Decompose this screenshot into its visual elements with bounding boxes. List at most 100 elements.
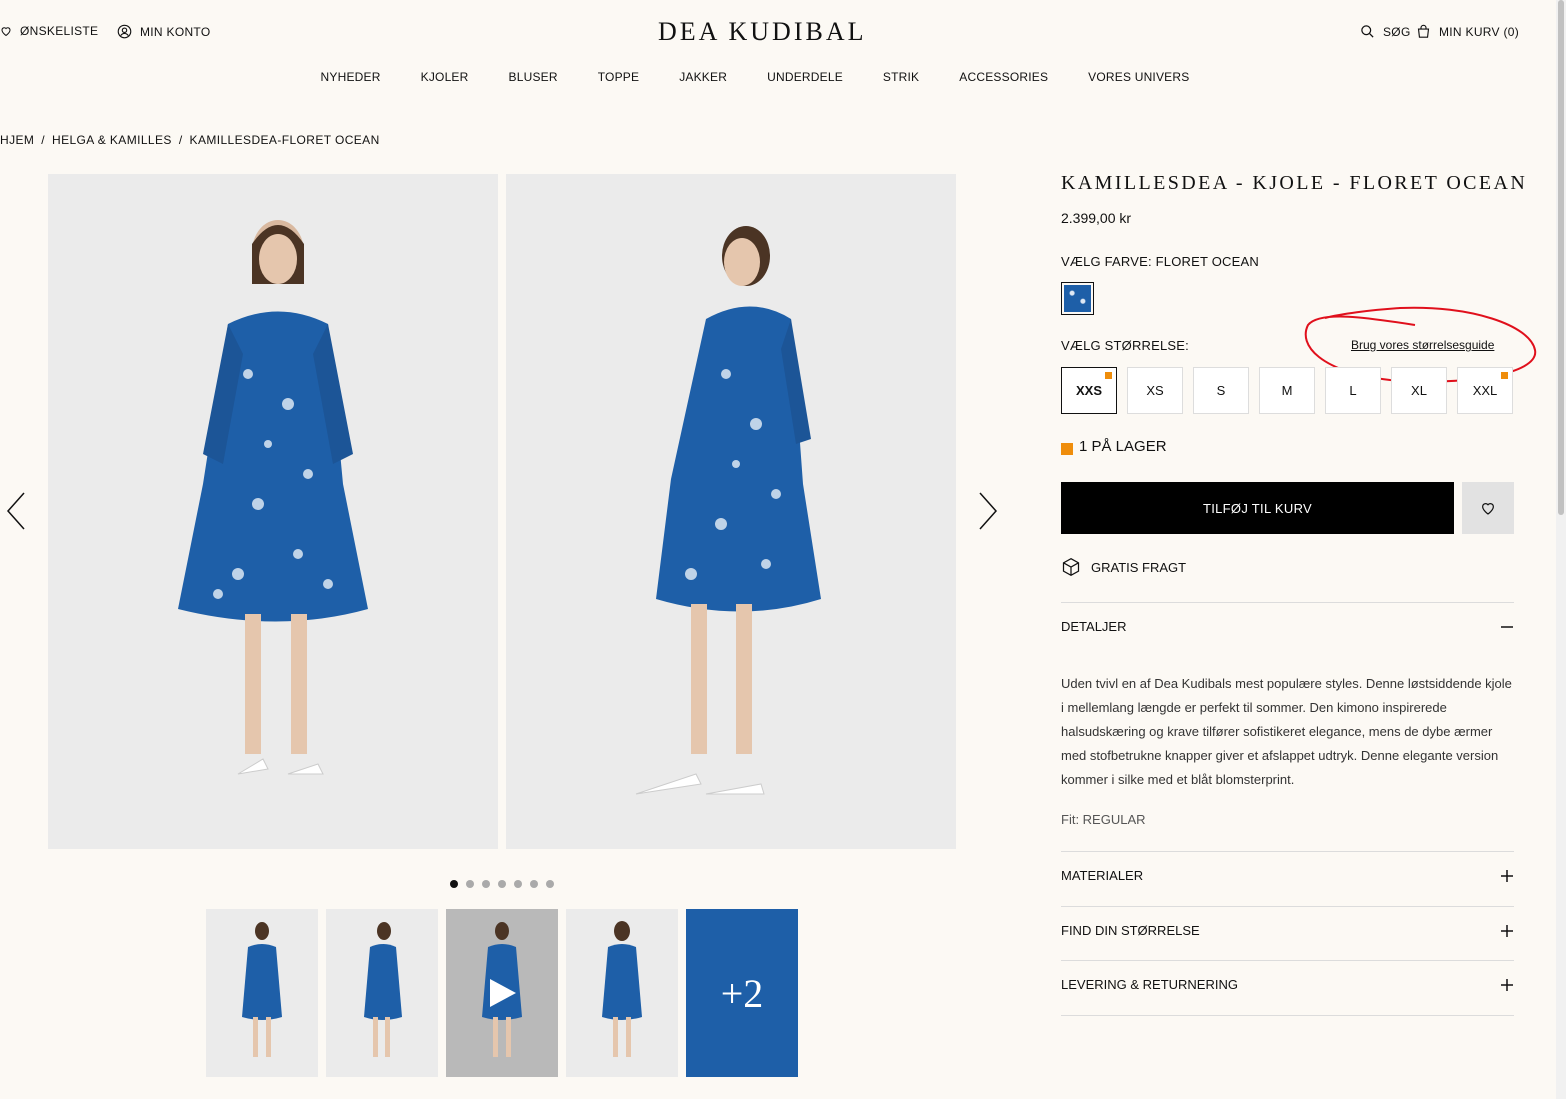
divider bbox=[1061, 960, 1514, 961]
stock-status: 1 PÅ LAGER bbox=[1079, 438, 1167, 455]
plus-icon bbox=[1501, 924, 1513, 937]
accordion-find-size[interactable]: FIND DIN STØRRELSE bbox=[1061, 923, 1514, 938]
cart-button[interactable]: MIN KURV (0) bbox=[1416, 24, 1519, 39]
size-option-xl[interactable]: XL bbox=[1391, 367, 1447, 414]
model-front-illustration bbox=[178, 220, 368, 775]
size-option-label: L bbox=[1349, 383, 1357, 398]
package-icon bbox=[1062, 557, 1080, 577]
breadcrumb-current: KAMILLESDEA-FLORET OCEAN bbox=[189, 133, 380, 147]
minus-icon bbox=[1501, 625, 1513, 628]
size-option-xxl[interactable]: XXL bbox=[1457, 367, 1513, 414]
brand-logo[interactable]: DEA KUDIBAL bbox=[658, 17, 867, 47]
size-label: VÆLG STØRRELSE: bbox=[1061, 338, 1189, 353]
plus-icon bbox=[1501, 869, 1513, 882]
scrollbar-thumb[interactable] bbox=[1558, 0, 1564, 515]
pagination-dot[interactable] bbox=[546, 880, 554, 888]
search-icon bbox=[1361, 25, 1374, 38]
color-swatch-floret-ocean[interactable] bbox=[1061, 282, 1094, 315]
accordion-details[interactable]: DETALJER bbox=[1061, 619, 1514, 634]
nav-item-vores-univers[interactable]: VORES UNIVERS bbox=[1088, 70, 1189, 84]
pagination-dot[interactable] bbox=[514, 880, 522, 888]
thumbnail-video[interactable] bbox=[446, 909, 558, 1077]
product-fit: Fit: REGULAR bbox=[1061, 812, 1146, 827]
breadcrumb-separator: / bbox=[41, 133, 46, 147]
nav-item-jakker[interactable]: JAKKER bbox=[679, 70, 727, 84]
divider bbox=[1061, 602, 1514, 603]
pagination-dot[interactable] bbox=[530, 880, 538, 888]
size-option-label: XS bbox=[1146, 383, 1164, 398]
pagination-dot[interactable] bbox=[466, 880, 474, 888]
plus-icon bbox=[1501, 978, 1513, 991]
main-nav: NYHEDER KJOLER BLUSER TOPPE JAKKER UNDER… bbox=[0, 70, 1510, 84]
thumbnail-4[interactable] bbox=[566, 909, 678, 1077]
accordion-details-label: DETALJER bbox=[1061, 619, 1127, 634]
thumbnail-front-illustration bbox=[242, 922, 282, 1057]
user-icon bbox=[117, 24, 132, 39]
cart-label: MIN KURV (0) bbox=[1439, 24, 1520, 39]
prev-arrow-icon[interactable] bbox=[4, 491, 28, 531]
size-option-xxs[interactable]: XXS bbox=[1061, 367, 1117, 414]
shipping-label: GRATIS FRAGT bbox=[1091, 559, 1187, 575]
stock-indicator-icon bbox=[1061, 443, 1073, 455]
wishlist-link[interactable]: ØNSKELISTE bbox=[0, 24, 98, 38]
size-option-l[interactable]: L bbox=[1325, 367, 1381, 414]
add-to-cart-button[interactable]: TILFØJ TIL KURV bbox=[1061, 482, 1454, 534]
thumbnail-1[interactable] bbox=[206, 909, 318, 1077]
pagination-dot[interactable] bbox=[482, 880, 490, 888]
account-label: MIN KONTO bbox=[140, 24, 211, 39]
add-to-wishlist-button[interactable] bbox=[1462, 482, 1514, 534]
model-side-illustration bbox=[635, 226, 821, 795]
search-label: SØG bbox=[1383, 24, 1411, 39]
low-stock-flag bbox=[1501, 372, 1508, 379]
nav-item-toppe[interactable]: TOPPE bbox=[598, 70, 639, 84]
size-option-label: XXL bbox=[1472, 383, 1498, 398]
size-option-m[interactable]: M bbox=[1259, 367, 1315, 414]
accordion-delivery-returns[interactable]: LEVERING & RETURNERING bbox=[1061, 977, 1514, 992]
size-option-label: XL bbox=[1411, 383, 1427, 398]
thumbnail-more[interactable]: +2 bbox=[686, 909, 798, 1077]
shipping-info: GRATIS FRAGT bbox=[1061, 557, 1186, 577]
nav-item-underdele[interactable]: UNDERDELE bbox=[767, 70, 843, 84]
nav-item-accessories[interactable]: ACCESSORIES bbox=[959, 70, 1048, 84]
product-image-front[interactable] bbox=[48, 174, 498, 849]
size-option-label: S bbox=[1216, 383, 1226, 398]
heart-icon bbox=[1, 27, 11, 37]
bag-icon bbox=[1417, 24, 1430, 38]
scrollbar-track[interactable] bbox=[1556, 0, 1566, 1099]
divider bbox=[1061, 851, 1514, 852]
size-option-label: M bbox=[1281, 383, 1293, 398]
thumbnail-side-illustration bbox=[364, 922, 402, 1057]
accordion-delivery-label: LEVERING & RETURNERING bbox=[1061, 977, 1238, 992]
search-button[interactable]: SØG bbox=[1360, 24, 1411, 39]
breadcrumb-separator: / bbox=[178, 133, 183, 147]
nav-item-strik[interactable]: STRIK bbox=[883, 70, 919, 84]
gallery-pagination bbox=[450, 880, 554, 888]
breadcrumb: HJEM / HELGA & KAMILLES / KAMILLESDEA-FL… bbox=[0, 133, 380, 147]
nav-item-kjoler[interactable]: KJOLER bbox=[421, 70, 469, 84]
product-price: 2.399,00 kr bbox=[1061, 210, 1132, 226]
breadcrumb-home[interactable]: HJEM bbox=[0, 133, 34, 147]
size-option-xs[interactable]: XS bbox=[1127, 367, 1183, 414]
breadcrumb-category[interactable]: HELGA & KAMILLES bbox=[52, 133, 172, 147]
accordion-find-size-label: FIND DIN STØRRELSE bbox=[1061, 923, 1200, 938]
more-images-count: +2 bbox=[720, 970, 764, 1016]
divider bbox=[1061, 1015, 1514, 1016]
size-option-label: XXS bbox=[1075, 383, 1102, 398]
size-selector: XXS XS S M L XL XXL bbox=[1061, 367, 1513, 414]
thumbnail-video-illustration bbox=[482, 922, 522, 1057]
size-option-s[interactable]: S bbox=[1193, 367, 1249, 414]
wishlist-label: ØNSKELISTE bbox=[20, 24, 99, 38]
accordion-materials[interactable]: MATERIALER bbox=[1061, 868, 1514, 883]
product-image-side[interactable] bbox=[506, 174, 956, 849]
thumbnail-back-illustration bbox=[602, 921, 642, 1057]
product-description: Uden tvivl en af Dea Kudibals mest popul… bbox=[1061, 676, 1512, 787]
next-arrow-icon[interactable] bbox=[976, 491, 1000, 531]
pagination-dot[interactable] bbox=[450, 880, 458, 888]
account-link[interactable]: MIN KONTO bbox=[117, 24, 210, 39]
heart-icon bbox=[1482, 503, 1494, 515]
nav-item-nyheder[interactable]: NYHEDER bbox=[321, 70, 381, 84]
nav-item-bluser[interactable]: BLUSER bbox=[509, 70, 558, 84]
low-stock-flag bbox=[1105, 372, 1112, 379]
pagination-dot[interactable] bbox=[498, 880, 506, 888]
thumbnail-2[interactable] bbox=[326, 909, 438, 1077]
